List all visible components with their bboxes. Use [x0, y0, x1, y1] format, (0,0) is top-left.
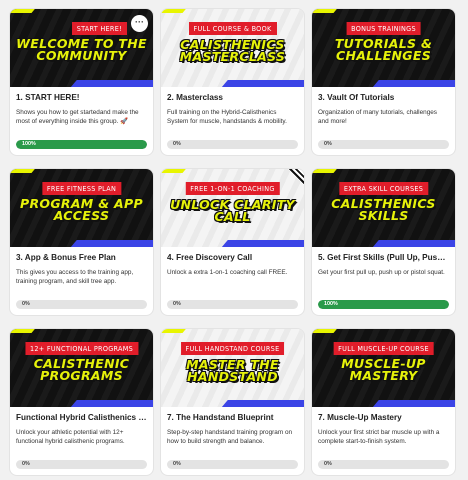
course-progress-bar: 0% — [318, 140, 449, 149]
course-thumbnail: START HERE! ··· WELCOME TO THE COMMUNITY — [10, 9, 153, 87]
progress-label: 0% — [324, 141, 332, 147]
course-progress-bar: 0% — [167, 140, 298, 149]
course-progress-bar: 0% — [167, 300, 298, 309]
course-title: 7. The Handstand Blueprint — [167, 413, 274, 422]
course-art-title: WELCOME TO THE COMMUNITY — [16, 36, 147, 63]
progress-label: 0% — [22, 461, 30, 467]
course-progress-bar: 100% — [16, 140, 147, 149]
course-badge: FULL COURSE & BOOK — [188, 22, 277, 35]
course-art-title: CALISTHENICS SKILLS — [331, 196, 436, 223]
course-description: This gives you access to the training ap… — [16, 269, 134, 285]
course-thumbnail: FREE FITNESS PLAN PROGRAM & APP ACCESS — [10, 169, 153, 247]
course-title: 3. App & Bonus Free Plan — [16, 253, 116, 262]
course-card-masterclass[interactable]: FULL COURSE & BOOK CALISTHENICS MASTERCL… — [161, 9, 304, 155]
course-thumbnail: EXTRA SKILL COURSES CALISTHENICS SKILLS — [312, 169, 455, 247]
course-progress-bar: 0% — [167, 460, 298, 469]
course-badge: 12+ FUNCTIONAL PROGRAMS — [24, 342, 139, 355]
course-card-start-here[interactable]: START HERE! ··· WELCOME TO THE COMMUNITY… — [10, 9, 153, 155]
course-title: 5. Get First Skills (Pull Up, Push U... — [318, 253, 449, 262]
progress-label: 100% — [22, 141, 36, 147]
course-progress-bar: 100% — [318, 300, 449, 309]
course-title: 4. Free Discovery Call — [167, 253, 253, 262]
progress-label: 0% — [173, 141, 181, 147]
course-badge: FREE FITNESS PLAN — [41, 182, 122, 195]
progress-label: 0% — [173, 461, 181, 467]
course-title: 7. Muscle-Up Mastery — [318, 413, 402, 422]
course-card-discovery-call[interactable]: FREE 1-ON-1 COACHING UNLOCK CLARITY CALL… — [161, 169, 304, 315]
course-card-first-skills[interactable]: EXTRA SKILL COURSES CALISTHENICS SKILLS … — [312, 169, 455, 315]
course-art-title: CALISTHENIC PROGRAMS — [33, 356, 130, 383]
course-art-title: CALISTHENICS MASTERCLASS — [179, 37, 286, 64]
progress-label: 0% — [324, 461, 332, 467]
course-art-title: TUTORIALS & CHALLENGES — [334, 36, 433, 63]
course-card-vault-of-tutorials[interactable]: BONUS TRAININGS TUTORIALS & CHALLENGES 3… — [312, 9, 455, 155]
course-progress-bar: 0% — [318, 460, 449, 469]
course-card-muscle-up-mastery[interactable]: FULL MUSCLE-UP COURSE MUSCLE-UP MASTERY … — [312, 329, 455, 475]
course-art-title: PROGRAM & APP ACCESS — [20, 196, 143, 223]
course-art-title: MASTER THE HANDSTAND — [186, 357, 279, 384]
progress-label: 0% — [173, 301, 181, 307]
course-description: Unlock your athletic potential with 12+ … — [16, 429, 125, 445]
course-thumbnail: BONUS TRAININGS TUTORIALS & CHALLENGES — [312, 9, 455, 87]
course-description: Organization of many tutorials, challeng… — [318, 109, 438, 125]
course-description: Unlock a extra 1-on-1 coaching call FREE… — [167, 269, 288, 276]
ellipsis-icon[interactable]: ··· — [131, 15, 148, 32]
course-badge: EXTRA SKILL COURSES — [338, 182, 429, 195]
course-thumbnail: FULL COURSE & BOOK CALISTHENICS MASTERCL… — [161, 9, 304, 87]
course-description: Full training on the Hybrid-Calisthenics… — [167, 109, 287, 125]
course-thumbnail: 12+ FUNCTIONAL PROGRAMS CALISTHENIC PROG… — [10, 329, 153, 407]
course-description: Step-by-step handstand training program … — [167, 429, 293, 445]
course-card-functional-programs[interactable]: 12+ FUNCTIONAL PROGRAMS CALISTHENIC PROG… — [10, 329, 153, 475]
course-description: Unlock your first strict bar muscle up w… — [318, 429, 440, 445]
course-grid: START HERE! ··· WELCOME TO THE COMMUNITY… — [10, 9, 455, 475]
course-card-app-bonus[interactable]: FREE FITNESS PLAN PROGRAM & APP ACCESS 3… — [10, 169, 153, 315]
progress-label: 100% — [324, 301, 338, 307]
course-badge: BONUS TRAININGS — [346, 22, 421, 35]
course-badge: FULL MUSCLE-UP COURSE — [333, 342, 434, 355]
course-badge: FULL HANDSTAND COURSE — [180, 342, 285, 355]
ellipsis-glyph: ··· — [135, 17, 144, 27]
course-art-title: MUSCLE-UP MASTERY — [341, 356, 426, 383]
course-description: Shows you how to get startedand make the… — [16, 109, 139, 125]
course-badge: FREE 1-ON-1 COACHING — [185, 182, 280, 195]
course-thumbnail: FULL HANDSTAND COURSE MASTER THE HANDSTA… — [161, 329, 304, 407]
course-progress-bar: 0% — [16, 460, 147, 469]
course-title: 2. Masterclass — [167, 93, 223, 102]
course-thumbnail: FULL MUSCLE-UP COURSE MUSCLE-UP MASTERY — [312, 329, 455, 407]
course-title: Functional Hybrid Calisthenics Pr... — [16, 413, 147, 422]
progress-label: 0% — [22, 301, 30, 307]
course-card-handstand-blueprint[interactable]: FULL HANDSTAND COURSE MASTER THE HANDSTA… — [161, 329, 304, 475]
course-title: 1. START HERE! — [16, 93, 80, 102]
course-progress-bar: 0% — [16, 300, 147, 309]
course-art-title: UNLOCK CLARITY CALL — [170, 197, 295, 224]
course-title: 3. Vault Of Tutorials — [318, 93, 395, 102]
course-description: Get your first pull up, push up or pisto… — [318, 269, 445, 276]
course-badge: START HERE! — [71, 22, 127, 35]
course-thumbnail: FREE 1-ON-1 COACHING UNLOCK CLARITY CALL — [161, 169, 304, 247]
